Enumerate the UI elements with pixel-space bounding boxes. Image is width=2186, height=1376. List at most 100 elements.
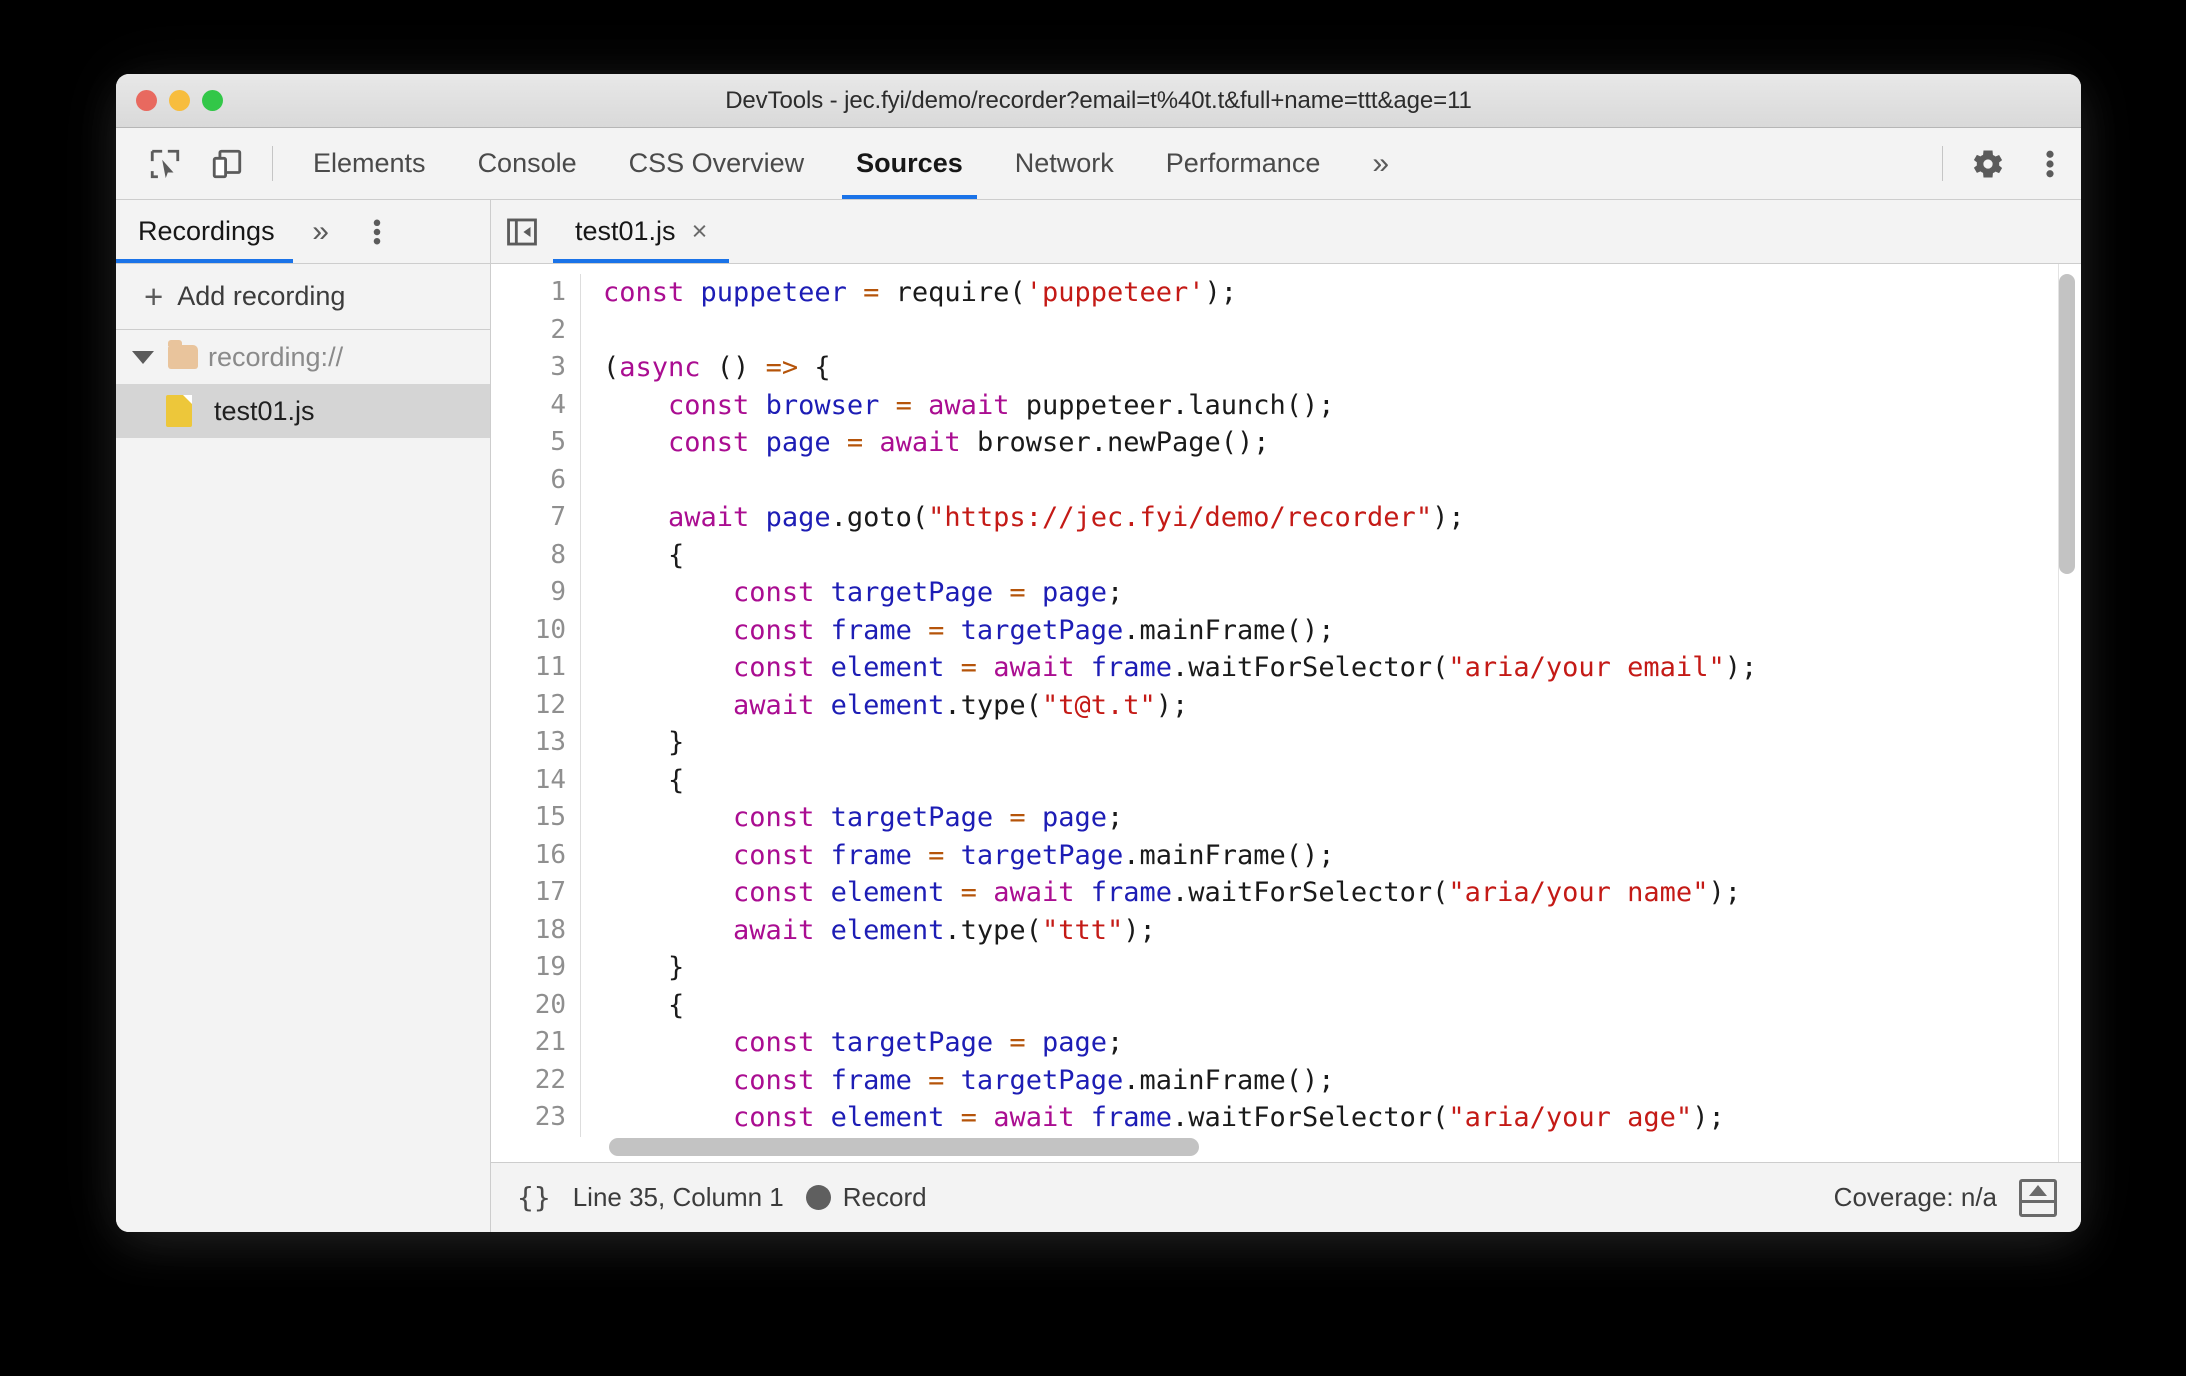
- coverage-status: Coverage: n/a: [1833, 1182, 1997, 1212]
- line-number[interactable]: 10: [491, 611, 581, 649]
- line-number[interactable]: 8: [491, 536, 581, 574]
- code-line: 19 }: [491, 949, 2081, 987]
- line-number[interactable]: 17: [491, 874, 581, 912]
- line-number[interactable]: 11: [491, 649, 581, 687]
- code-line: 13 }: [491, 724, 2081, 762]
- code-line: 5 const page = await browser.newPage();: [491, 424, 2081, 462]
- add-recording-button[interactable]: + Add recording: [116, 264, 490, 330]
- tab-performance-label: Performance: [1165, 148, 1321, 178]
- record-button[interactable]: Record: [805, 1182, 927, 1213]
- inspect-element-icon[interactable]: [134, 128, 196, 199]
- line-number[interactable]: 22: [491, 1061, 581, 1099]
- drawer-bar: [2022, 1199, 2054, 1203]
- line-number[interactable]: 23: [491, 1099, 581, 1137]
- code-text: {: [603, 989, 685, 1021]
- tab-elements[interactable]: Elements: [287, 128, 452, 199]
- code-text: }: [603, 952, 685, 983]
- tab-recordings[interactable]: Recordings: [116, 200, 293, 263]
- code-text: const targetPage = page;: [733, 802, 1124, 833]
- folder-icon: [168, 340, 198, 369]
- traffic-lights: [136, 90, 223, 111]
- code-scroll-viewport: 1 const puppeteer = require('puppeteer');…: [491, 264, 2081, 1162]
- code-text: {: [603, 764, 685, 796]
- navigator-sidebar: Recordings » + Add recording recording:/…: [116, 200, 491, 1232]
- close-icon[interactable]: ×: [692, 218, 708, 245]
- toolbar-divider-right: [1942, 146, 1943, 181]
- drawer-arrow-icon: [2029, 1184, 2047, 1196]
- navigator-more-vertical-icon[interactable]: [349, 200, 405, 263]
- window-title: DevTools - jec.fyi/demo/recorder?email=t…: [725, 86, 1472, 114]
- folder-label: recording://: [208, 341, 344, 372]
- collapse-sidebar-icon[interactable]: [491, 200, 553, 263]
- plus-icon: +: [144, 278, 164, 315]
- show-drawer-icon[interactable]: [2019, 1178, 2057, 1217]
- line-number[interactable]: 7: [491, 499, 581, 537]
- editor-column: test01.js × 1 const puppeteer = require('…: [491, 200, 2081, 1232]
- code-line: 18 await element.type("ttt");: [491, 911, 2081, 949]
- tab-css-overview[interactable]: CSS Overview: [603, 128, 831, 199]
- line-number[interactable]: 16: [491, 836, 581, 874]
- code-text: await element.type("t@t.t");: [733, 689, 1189, 721]
- editor-tab-label: test01.js: [575, 216, 676, 246]
- line-number[interactable]: 9: [491, 574, 581, 612]
- record-label: Record: [842, 1182, 927, 1212]
- line-number[interactable]: 21: [491, 1024, 581, 1062]
- toolbar-divider: [272, 146, 273, 181]
- horizontal-scrollbar-thumb[interactable]: [609, 1138, 1199, 1156]
- chevron-down-icon[interactable]: [132, 350, 154, 364]
- line-number[interactable]: 6: [491, 461, 581, 499]
- line-number[interactable]: 12: [491, 686, 581, 724]
- tree-item-recording-folder[interactable]: recording://: [116, 330, 490, 384]
- line-number[interactable]: 18: [491, 911, 581, 949]
- line-number[interactable]: 20: [491, 986, 581, 1024]
- file-label: test01.js: [214, 395, 315, 426]
- navigator-more-tabs-icon[interactable]: »: [293, 200, 349, 263]
- line-number[interactable]: 19: [491, 949, 581, 987]
- line-number[interactable]: 3: [491, 349, 581, 387]
- code-text: const page = await browser.newPage();: [668, 427, 1270, 458]
- tab-performance[interactable]: Performance: [1140, 128, 1347, 199]
- vertical-scrollbar-thumb[interactable]: [2059, 274, 2075, 574]
- code-text: const puppeteer = require('puppeteer');: [603, 277, 1238, 308]
- line-number[interactable]: 4: [491, 386, 581, 424]
- line-number[interactable]: 1: [491, 274, 581, 312]
- code-lines: 1 const puppeteer = require('puppeteer');…: [491, 264, 2081, 1137]
- line-number[interactable]: 5: [491, 424, 581, 462]
- code-text: const frame = targetPage.mainFrame();: [733, 614, 1335, 646]
- gear-icon[interactable]: [1957, 128, 2019, 199]
- code-line: 21 const targetPage = page;: [491, 1024, 2081, 1062]
- editor-tab-bar: test01.js ×: [491, 200, 2081, 264]
- tab-network[interactable]: Network: [989, 128, 1140, 199]
- line-number[interactable]: 13: [491, 724, 581, 762]
- device-toolbar-icon[interactable]: [196, 128, 258, 199]
- minimize-window-button[interactable]: [169, 90, 190, 111]
- line-number[interactable]: 14: [491, 761, 581, 799]
- tree-item-test01-js[interactable]: test01.js: [116, 384, 490, 438]
- code-line: 15 const targetPage = page;: [491, 799, 2081, 837]
- code-line: 11 const element = await frame.waitForSe…: [491, 649, 2081, 687]
- zoom-window-button[interactable]: [202, 90, 223, 111]
- code-line: 8 {: [491, 536, 2081, 574]
- code-line: 14 {: [491, 761, 2081, 799]
- code-text: const element = await frame.waitForSelec…: [733, 652, 1758, 683]
- more-tabs-label: »: [1372, 146, 1390, 180]
- code-text: const element = await frame.waitForSelec…: [733, 877, 1741, 908]
- cursor-position: Line 35, Column 1: [572, 1182, 784, 1212]
- line-number[interactable]: 2: [491, 311, 581, 349]
- code-editor[interactable]: 1 const puppeteer = require('puppeteer');…: [491, 264, 2081, 1162]
- navigator-tab-bar: Recordings »: [116, 200, 490, 264]
- editor-tab-test01-js[interactable]: test01.js ×: [553, 200, 730, 263]
- tab-sources[interactable]: Sources: [830, 128, 989, 199]
- pretty-print-button[interactable]: {}: [517, 1181, 551, 1214]
- editor-horizontal-scrollbar[interactable]: [609, 1138, 2059, 1156]
- code-line: 7 await page.goto("https://jec.fyi/demo/…: [491, 499, 2081, 537]
- code-text: (async () => {: [603, 352, 831, 383]
- devtools-tab-bar: Elements Console CSS Overview Sources Ne…: [116, 128, 2081, 200]
- more-vertical-icon[interactable]: [2019, 128, 2081, 199]
- tab-console[interactable]: Console: [452, 128, 603, 199]
- code-line: 22 const frame = targetPage.mainFrame();: [491, 1061, 2081, 1099]
- more-tabs-icon[interactable]: »: [1346, 128, 1415, 199]
- line-number[interactable]: 15: [491, 799, 581, 837]
- close-window-button[interactable]: [136, 90, 157, 111]
- editor-vertical-scrollbar[interactable]: [2059, 270, 2075, 1116]
